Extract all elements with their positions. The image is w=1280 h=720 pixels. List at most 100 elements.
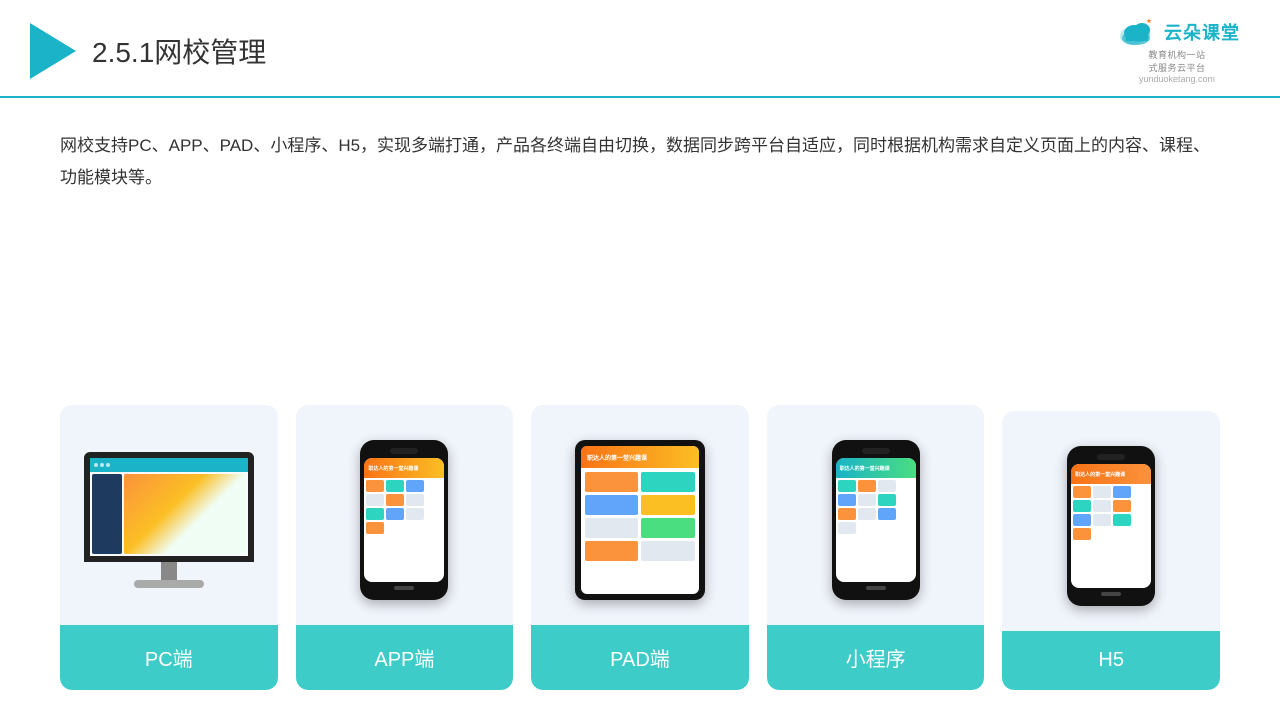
- hblock9: [1113, 514, 1131, 526]
- block4: [366, 494, 384, 506]
- phone-screen-app: 职达人的第一堂兴趣课: [364, 458, 444, 582]
- card-h5: 职达人的第一堂兴趣课: [1002, 411, 1220, 690]
- hblock6: [1113, 500, 1131, 512]
- mblock10: [838, 522, 856, 534]
- phone-header-text-mini: 职达人的第一堂兴趣课: [840, 465, 890, 472]
- hblock1: [1073, 486, 1091, 498]
- phone-body-h5: 职达人的第一堂兴趣课: [1067, 446, 1155, 606]
- tblock7: [585, 541, 639, 561]
- tablet-body: 职达人的第一堂兴趣课: [575, 440, 705, 600]
- mblock5: [858, 494, 876, 506]
- description-text: 网校支持PC、APP、PAD、小程序、H5，实现多端打通，产品各终端自由切换，数…: [60, 130, 1220, 195]
- page: 2.5.1网校管理 云朵课堂 教育机构一站式服务云平台 yunduo: [0, 0, 1280, 720]
- monitor-content: [90, 472, 248, 556]
- phone-home-mini: [866, 586, 886, 590]
- dot3: [106, 463, 110, 467]
- block3: [406, 480, 424, 492]
- card-h5-label: H5: [1002, 631, 1220, 690]
- card-pc-image: [60, 425, 278, 625]
- phone-mockup-h5: 职达人的第一堂兴趣课: [1067, 446, 1155, 606]
- card-miniapp-label: 小程序: [767, 625, 985, 690]
- phone-screen-mini: 职达人的第一堂兴趣课: [836, 458, 916, 582]
- tblock1: [585, 472, 639, 492]
- phone-screen-h5: 职达人的第一堂兴趣课: [1071, 464, 1151, 588]
- cloud-icon: [1114, 18, 1158, 46]
- tablet-header: 职达人的第一堂兴趣课: [581, 446, 699, 468]
- block2: [386, 480, 404, 492]
- card-pad-label: PAD端: [531, 625, 749, 690]
- main-content: 网校支持PC、APP、PAD、小程序、H5，实现多端打通，产品各终端自由切换，数…: [0, 98, 1280, 720]
- phone-mockup-mini: 职达人的第一堂兴趣课: [832, 440, 920, 600]
- header-left: 2.5.1网校管理: [30, 23, 266, 79]
- logo-text: 云朵课堂: [1164, 19, 1240, 45]
- phone-notch-h5: [1097, 454, 1125, 460]
- phone-body-app: 职达人的第一堂兴趣课: [360, 440, 448, 600]
- card-pad-image: 职达人的第一堂兴趣课: [531, 425, 749, 625]
- mblock7: [838, 508, 856, 520]
- hblock10: [1073, 528, 1091, 540]
- tblock3: [585, 495, 639, 515]
- card-pad: 职达人的第一堂兴趣课: [531, 405, 749, 690]
- monitor-main: [124, 474, 246, 554]
- phone-header-mini: 职达人的第一堂兴趣课: [836, 458, 916, 478]
- logo-triangle-icon: [30, 23, 76, 79]
- mblock8: [858, 508, 876, 520]
- tblock4: [641, 495, 695, 515]
- phone-content-mini: [836, 478, 916, 536]
- phone-body-mini: 职达人的第一堂兴趣课: [832, 440, 920, 600]
- block9: [406, 508, 424, 520]
- card-app-image: 职达人的第一堂兴趣课: [296, 425, 514, 625]
- phone-header-text: 职达人的第一堂兴趣课: [368, 465, 418, 472]
- phone-notch-mini: [862, 448, 890, 454]
- tblock8: [641, 541, 695, 561]
- header: 2.5.1网校管理 云朵课堂 教育机构一站式服务云平台 yunduo: [0, 0, 1280, 98]
- monitor-neck: [161, 562, 177, 580]
- hblock5: [1093, 500, 1111, 512]
- card-app-label: APP端: [296, 625, 514, 690]
- block8: [386, 508, 404, 520]
- phone-header-text-h5: 职达人的第一堂兴趣课: [1075, 471, 1125, 478]
- brand-logo: 云朵课堂 教育机构一站式服务云平台 yunduoketang.com: [1114, 18, 1240, 84]
- phone-home-h5: [1101, 592, 1121, 596]
- page-title: 2.5.1网校管理: [92, 31, 266, 71]
- phone-header-h5: 职达人的第一堂兴趣课: [1071, 464, 1151, 484]
- monitor-screen: [84, 452, 254, 562]
- logo-subtitle: 教育机构一站式服务云平台: [1148, 48, 1205, 74]
- mblock6: [878, 494, 896, 506]
- card-app: 职达人的第一堂兴趣课: [296, 405, 514, 690]
- monitor-sidebar: [92, 474, 122, 554]
- monitor-bar: [90, 458, 248, 472]
- dot2: [100, 463, 104, 467]
- hblock2: [1093, 486, 1111, 498]
- mblock4: [838, 494, 856, 506]
- card-miniapp: 职达人的第一堂兴趣课: [767, 405, 985, 690]
- tblock2: [641, 472, 695, 492]
- phone-header-app: 职达人的第一堂兴趣课: [364, 458, 444, 478]
- tablet-header-text: 职达人的第一堂兴趣课: [587, 453, 647, 462]
- cards-row: PC端 职达人的第一堂兴趣课: [60, 227, 1220, 690]
- block6: [406, 494, 424, 506]
- phone-content-h5: [1071, 484, 1151, 542]
- mblock2: [858, 480, 876, 492]
- logo-url: yunduoketang.com: [1139, 74, 1215, 84]
- tablet-content: [581, 468, 699, 565]
- phone-notch: [390, 448, 418, 454]
- block5: [386, 494, 404, 506]
- monitor-mockup: [84, 452, 254, 588]
- card-pc-label: PC端: [60, 625, 278, 690]
- card-h5-image: 职达人的第一堂兴趣课: [1002, 431, 1220, 631]
- card-pc: PC端: [60, 405, 278, 690]
- hblock7: [1073, 514, 1091, 526]
- block7: [366, 508, 384, 520]
- hblock3: [1113, 486, 1131, 498]
- phone-home: [394, 586, 414, 590]
- phone-mockup-app: 职达人的第一堂兴趣课: [360, 440, 448, 600]
- block1: [366, 480, 384, 492]
- tblock5: [585, 518, 639, 538]
- tablet-screen: 职达人的第一堂兴趣课: [581, 446, 699, 594]
- mblock1: [838, 480, 856, 492]
- mblock3: [878, 480, 896, 492]
- monitor-base: [134, 580, 204, 588]
- hblock4: [1073, 500, 1091, 512]
- hblock8: [1093, 514, 1111, 526]
